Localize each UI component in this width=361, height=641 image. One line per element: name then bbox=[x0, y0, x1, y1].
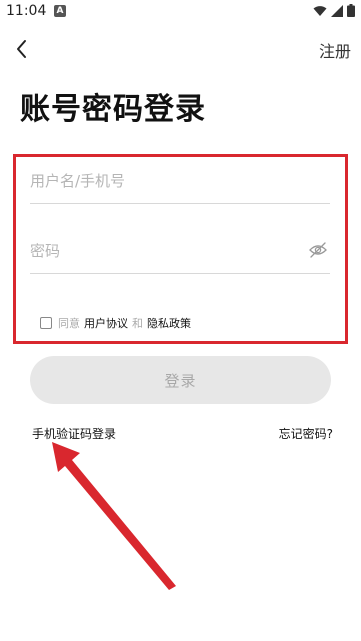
page-title: 账号密码登录 bbox=[20, 92, 206, 127]
agree-prefix: 同意 bbox=[58, 317, 80, 330]
password-field bbox=[30, 230, 330, 274]
username-field bbox=[30, 160, 330, 204]
forgot-password-link[interactable]: 忘记密码? bbox=[279, 425, 333, 442]
privacy-policy-link[interactable]: 隐私政策 bbox=[147, 315, 191, 331]
agree-checkbox[interactable] bbox=[40, 317, 52, 329]
user-agreement-link[interactable]: 用户协议 bbox=[84, 315, 128, 331]
status-bar: 11:04 A bbox=[0, 0, 361, 24]
status-time: 11:04 bbox=[6, 3, 47, 19]
eye-off-icon[interactable] bbox=[308, 240, 328, 260]
register-link[interactable]: 注册 bbox=[319, 38, 351, 62]
agree-and: 和 bbox=[132, 317, 143, 330]
sms-login-link[interactable]: 手机验证码登录 bbox=[32, 425, 116, 442]
password-input[interactable] bbox=[30, 238, 290, 264]
status-indicators bbox=[313, 4, 355, 17]
signal-icon bbox=[331, 4, 343, 17]
wifi-icon bbox=[313, 5, 327, 16]
agreement-row: 同意 用户协议 和 隐私政策 bbox=[40, 314, 195, 332]
back-button[interactable] bbox=[8, 34, 38, 64]
username-input[interactable] bbox=[30, 168, 290, 194]
chevron-left-icon bbox=[17, 40, 26, 58]
notification-icon: A bbox=[54, 5, 66, 17]
battery-icon bbox=[347, 4, 355, 17]
nav-bar: 注册 bbox=[0, 32, 361, 66]
login-button[interactable]: 登录 bbox=[30, 356, 331, 404]
